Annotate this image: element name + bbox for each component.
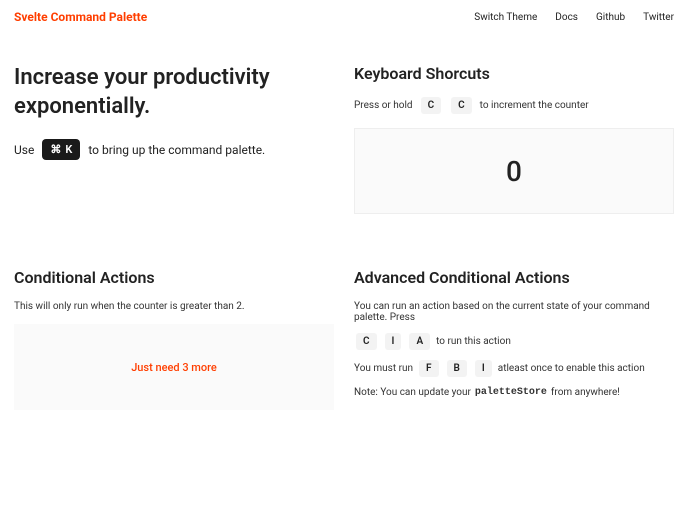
kbd-c1: C	[421, 97, 442, 114]
shortcuts-desc: Press or hold C C to increment the count…	[354, 97, 674, 114]
note-post: from anywhere!	[551, 387, 620, 398]
hero-sub-before: Use	[14, 143, 34, 157]
advanced-line1: You can run an action based on the curre…	[354, 301, 674, 323]
conditional-desc: This will only run when the counter is g…	[14, 301, 334, 312]
kbd-i2: I	[475, 360, 492, 377]
nav: Switch Theme Docs Github Twitter	[474, 12, 674, 23]
conditional-section: Conditional Actions This will only run w…	[14, 268, 334, 410]
nav-switch-theme[interactable]: Switch Theme	[474, 12, 537, 23]
kbd-shortcut: ⌘ K	[42, 139, 80, 160]
kbd-c2: C	[451, 97, 472, 114]
kbd-f: F	[419, 360, 439, 377]
hero-title: Increase your productivity exponentially…	[14, 64, 334, 121]
hero-sub-after: to bring up the command palette.	[88, 143, 265, 157]
note-pre: Note: You can update your	[354, 387, 471, 398]
adv-line1-pre: You can run an action based on the curre…	[354, 301, 674, 323]
advanced-note: Note: You can update your paletteStore f…	[354, 387, 674, 398]
increment-text: to increment the counter	[480, 100, 589, 111]
conditional-status: Just need 3 more	[131, 361, 217, 374]
nav-github[interactable]: Github	[596, 12, 625, 23]
hero-section: Increase your productivity exponentially…	[14, 64, 334, 214]
adv-line2-post: atleast once to enable this action	[498, 363, 645, 374]
conditional-title: Conditional Actions	[14, 268, 334, 287]
conditional-status-box: Just need 3 more	[14, 324, 334, 410]
advanced-line1-keys: C I A to run this action	[354, 333, 674, 350]
kbd-b: B	[447, 360, 467, 377]
kbd-i: I	[385, 333, 402, 350]
counter-value: 0	[506, 155, 522, 188]
shortcuts-section: Keyboard Shorcuts Press or hold C C to i…	[354, 64, 674, 214]
kbd-cmd-icon: ⌘	[50, 143, 61, 156]
header: Svelte Command Palette Switch Theme Docs…	[0, 0, 688, 34]
press-hold-text: Press or hold	[354, 100, 413, 111]
advanced-title: Advanced Conditional Actions	[354, 268, 674, 287]
adv-line2-pre: You must run	[354, 363, 413, 374]
nav-docs[interactable]: Docs	[555, 12, 578, 23]
kbd-k: K	[65, 143, 72, 156]
note-code: paletteStore	[475, 387, 547, 398]
advanced-section: Advanced Conditional Actions You can run…	[354, 268, 674, 410]
brand-title[interactable]: Svelte Command Palette	[14, 10, 147, 24]
shortcuts-title: Keyboard Shorcuts	[354, 64, 674, 83]
kbd-c: C	[356, 333, 377, 350]
nav-twitter[interactable]: Twitter	[643, 12, 674, 23]
advanced-line2: You must run F B I atleast once to enabl…	[354, 360, 674, 377]
counter-box: 0	[354, 128, 674, 214]
adv-line1-post: to run this action	[436, 336, 511, 347]
kbd-a: A	[409, 333, 430, 350]
hero-subtitle: Use ⌘ K to bring up the command palette.	[14, 139, 334, 160]
